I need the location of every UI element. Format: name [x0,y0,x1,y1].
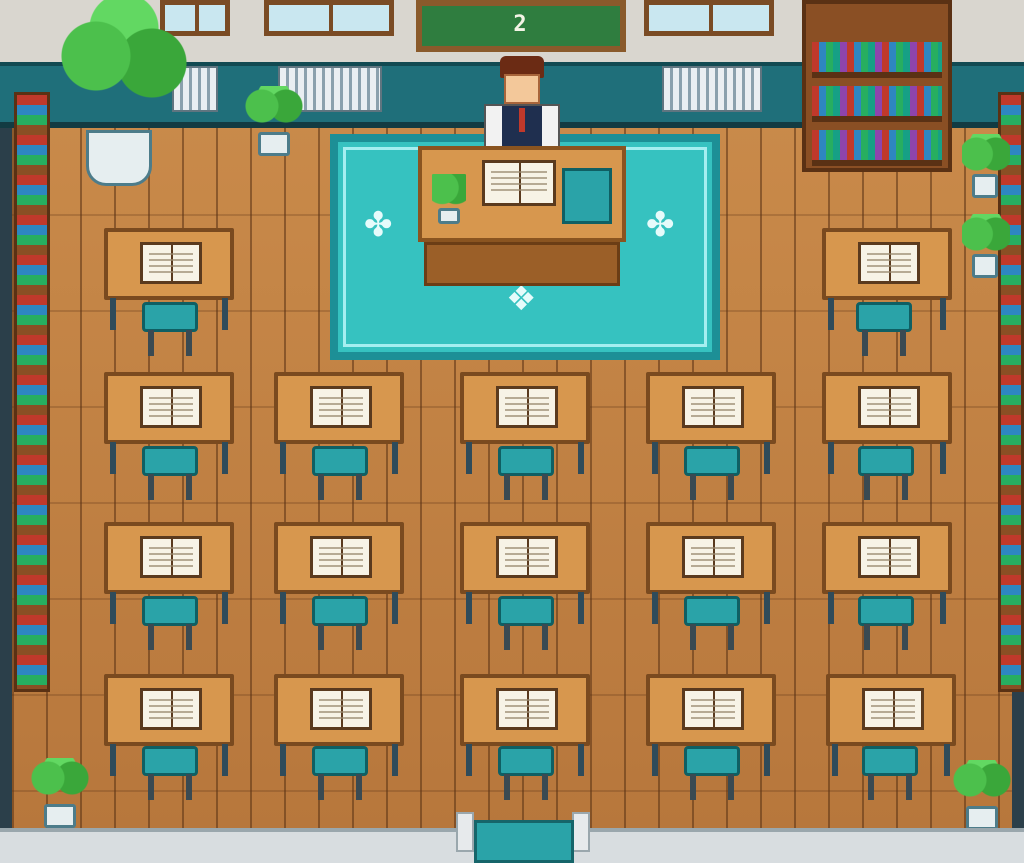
chair-icon[interactable] [862,746,918,804]
student-desk[interactable] [822,228,952,300]
teacher-desk-front [424,242,620,286]
book-icon[interactable] [140,386,202,428]
chalkboard[interactable]: 2 [416,0,626,52]
chair-icon[interactable] [858,446,914,504]
plant-icon [432,174,466,224]
chair-icon[interactable] [142,596,198,654]
rug-motif: ❖ [506,279,537,319]
chair-icon[interactable] [684,596,740,654]
book-icon[interactable] [682,386,744,428]
plant-icon [30,758,90,828]
student-desk[interactable] [646,372,776,444]
book-icon[interactable] [496,536,558,578]
chair-icon[interactable] [142,446,198,504]
window-center-right [644,0,774,36]
chair-icon[interactable] [684,446,740,504]
book-icon[interactable] [862,688,924,730]
plant-icon [962,134,1010,198]
left-bookshelf[interactable] [14,92,50,692]
book-icon[interactable] [482,160,556,206]
chair-icon[interactable] [312,446,368,504]
book-icon[interactable] [140,536,202,578]
large-plant-icon [54,0,194,186]
teacher-chair[interactable] [562,168,612,224]
chair-icon[interactable] [684,746,740,804]
book-icon[interactable] [682,536,744,578]
book-icon[interactable] [310,536,372,578]
student-desk[interactable] [826,674,956,746]
rug-motif: ✤ [646,205,675,245]
chair-icon[interactable] [312,596,368,654]
book-icon[interactable] [858,242,920,284]
book-icon[interactable] [496,688,558,730]
plant-icon [952,760,1012,830]
chair-icon[interactable] [858,596,914,654]
student-desk[interactable] [104,228,234,300]
book-icon[interactable] [140,688,202,730]
book-row [812,130,942,166]
student-desk[interactable] [646,522,776,594]
student-desk[interactable] [460,674,590,746]
book-icon[interactable] [310,688,372,730]
student-desk[interactable] [274,372,404,444]
chalkboard-text: 2 [513,12,529,37]
rug-motif: ✤ [364,205,393,245]
chair-icon[interactable] [856,302,912,360]
chair-icon[interactable] [498,746,554,804]
book-row [812,42,942,78]
student-desk[interactable] [460,372,590,444]
student-desk[interactable] [104,674,234,746]
bookshelf[interactable] [802,0,952,172]
student-desk[interactable] [104,372,234,444]
chair-icon[interactable] [312,746,368,804]
chair-icon[interactable] [142,746,198,804]
book-icon[interactable] [682,688,744,730]
student-desk[interactable] [822,522,952,594]
book-icon[interactable] [858,386,920,428]
door-post [456,812,474,852]
book-row [812,86,942,122]
student-desk[interactable] [274,522,404,594]
student-desk[interactable] [822,372,952,444]
radiator-icon [662,66,762,112]
chair-icon[interactable] [498,446,554,504]
chair-icon[interactable] [142,302,198,360]
chair-icon[interactable] [498,596,554,654]
book-icon[interactable] [496,386,558,428]
plant-icon [244,86,304,156]
book-icon[interactable] [140,242,202,284]
plant-icon [962,214,1010,278]
student-desk[interactable] [646,674,776,746]
door-post [572,812,590,852]
student-desk[interactable] [274,674,404,746]
student-desk[interactable] [460,522,590,594]
classroom-scene: 2 ✤ ✤ ❖ [0,0,1024,863]
door-icon[interactable] [474,820,574,863]
book-icon[interactable] [310,386,372,428]
student-desk[interactable] [104,522,234,594]
book-icon[interactable] [858,536,920,578]
window-center-left [264,0,394,36]
